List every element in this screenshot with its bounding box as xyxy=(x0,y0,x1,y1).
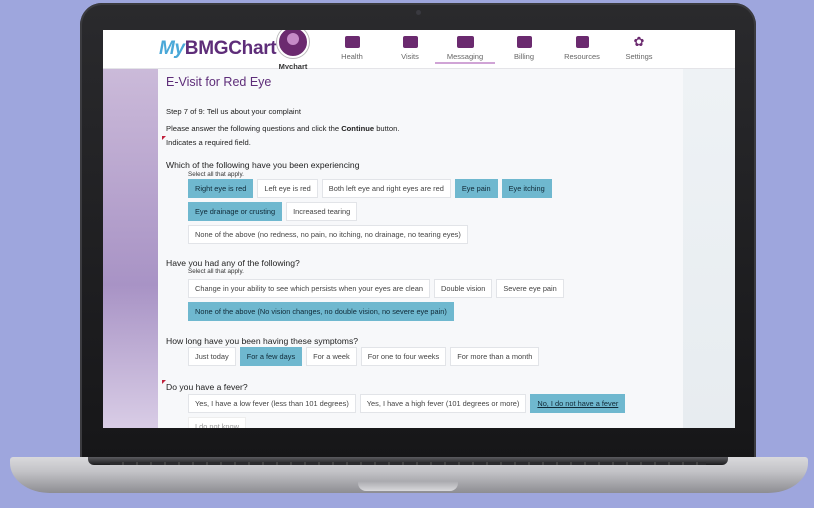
camera-icon xyxy=(416,10,421,15)
option-eye-pain[interactable]: Eye pain xyxy=(454,179,498,198)
instructions: Please answer the following questions an… xyxy=(166,124,399,133)
app-logo[interactable]: MyBMGChart xyxy=(159,38,277,60)
evisit-form: E-Visit for Red Eye Step 7 of 9: Tell us… xyxy=(158,69,683,428)
option-do-not-know[interactable]: I do not know xyxy=(188,417,246,428)
nav-item-health[interactable]: Health xyxy=(322,30,382,61)
option-double-vision[interactable]: Double vision xyxy=(434,279,493,298)
left-decorative-panel xyxy=(103,69,158,428)
question-duration: How long have you been having these symp… xyxy=(166,336,359,346)
option-increased-tearing[interactable]: Increased tearing xyxy=(286,202,358,221)
option-left-eye-red[interactable]: Left eye is red xyxy=(257,179,318,198)
nav-label: Messaging xyxy=(435,52,495,64)
avatar-icon xyxy=(277,30,309,58)
app-header: MyBMGChart Mychart Health Visits Messagi… xyxy=(103,30,735,74)
nav-label: Health xyxy=(341,52,363,61)
briefcase-icon xyxy=(402,36,418,48)
question-fever: Do you have a fever? xyxy=(166,382,248,392)
symptom-options-row2: Eye drainage or crusting Increased teari… xyxy=(188,202,358,221)
option-vision-change[interactable]: Change in your ability to see which pers… xyxy=(188,279,430,298)
select-all-hint: Select all that apply. xyxy=(188,171,244,178)
nav-item-messaging[interactable]: Messaging xyxy=(435,30,495,64)
question-vision-changes: Have you had any of the following? xyxy=(166,258,300,268)
fever-options: Yes, I have a low fever (less than 101 d… xyxy=(188,394,626,413)
select-all-hint: Select all that apply. xyxy=(188,268,244,275)
option-more-than-month[interactable]: For more than a month xyxy=(450,347,540,366)
bookmark-plus-icon xyxy=(575,36,589,48)
nav-label: Billing xyxy=(513,52,534,61)
laptop-screen: MyBMGChart Mychart Health Visits Messagi… xyxy=(103,30,735,428)
nav-item-settings[interactable]: ✿ Settings xyxy=(609,30,669,61)
nav-label: Resources xyxy=(564,52,600,61)
instruction-text-end: button. xyxy=(374,124,400,133)
option-none-symptoms[interactable]: None of the above (no redness, no pain, … xyxy=(188,225,468,244)
laptop-keyboard-edge xyxy=(110,462,706,465)
nav-item-mychart[interactable]: Mychart xyxy=(263,30,323,74)
folder-heart-icon xyxy=(344,36,360,48)
nav-label: Settings xyxy=(625,52,653,61)
option-eye-itching[interactable]: Eye itching xyxy=(501,179,552,198)
option-high-fever[interactable]: Yes, I have a high fever (101 degrees or… xyxy=(359,394,527,413)
vision-options-row2: None of the above (No vision changes, no… xyxy=(188,302,454,321)
instruction-text: Please answer the following questions an… xyxy=(166,124,342,133)
option-eye-drainage[interactable]: Eye drainage or crusting xyxy=(188,202,283,221)
option-none-vision[interactable]: None of the above (No vision changes, no… xyxy=(188,302,454,321)
nav-item-billing[interactable]: Billing xyxy=(494,30,554,61)
symptom-options-row3: None of the above (no redness, no pain, … xyxy=(188,225,468,244)
envelope-icon xyxy=(456,36,474,48)
credit-card-icon xyxy=(516,36,532,48)
logo-prefix: My xyxy=(159,38,185,59)
required-note: Indicates a required field. xyxy=(166,138,251,147)
page-title: E-Visit for Red Eye xyxy=(166,75,272,89)
option-a-week[interactable]: For a week xyxy=(306,347,357,366)
question-symptoms: Which of the following have you been exp… xyxy=(166,160,360,170)
step-indicator: Step 7 of 9: Tell us about your complain… xyxy=(166,107,301,116)
nav-item-visits[interactable]: Visits xyxy=(380,30,440,61)
duration-options: Just today For a few days For a week For… xyxy=(188,347,540,366)
symptom-options-row1: Right eye is red Left eye is red Both le… xyxy=(188,179,552,198)
laptop-notch xyxy=(358,481,458,491)
vision-options-row1: Change in your ability to see which pers… xyxy=(188,279,564,298)
option-one-to-four-weeks[interactable]: For one to four weeks xyxy=(360,347,447,366)
option-no-fever[interactable]: No, I do not have a fever xyxy=(530,394,626,413)
nav-label: Visits xyxy=(401,52,419,61)
option-low-fever[interactable]: Yes, I have a low fever (less than 101 d… xyxy=(188,394,356,413)
option-both-eyes-red[interactable]: Both left eye and right eyes are red xyxy=(321,179,451,198)
option-few-days[interactable]: For a few days xyxy=(239,347,303,366)
instruction-bold: Continue xyxy=(341,124,375,133)
fever-options-row2: I do not know xyxy=(188,417,246,428)
option-right-eye-red[interactable]: Right eye is red xyxy=(188,179,254,198)
option-just-today[interactable]: Just today xyxy=(188,347,236,366)
right-decorative-panel xyxy=(683,69,735,428)
gear-icon: ✿ xyxy=(633,34,645,49)
option-severe-eye-pain[interactable]: Severe eye pain xyxy=(496,279,564,298)
nav-item-resources[interactable]: Resources xyxy=(552,30,612,61)
